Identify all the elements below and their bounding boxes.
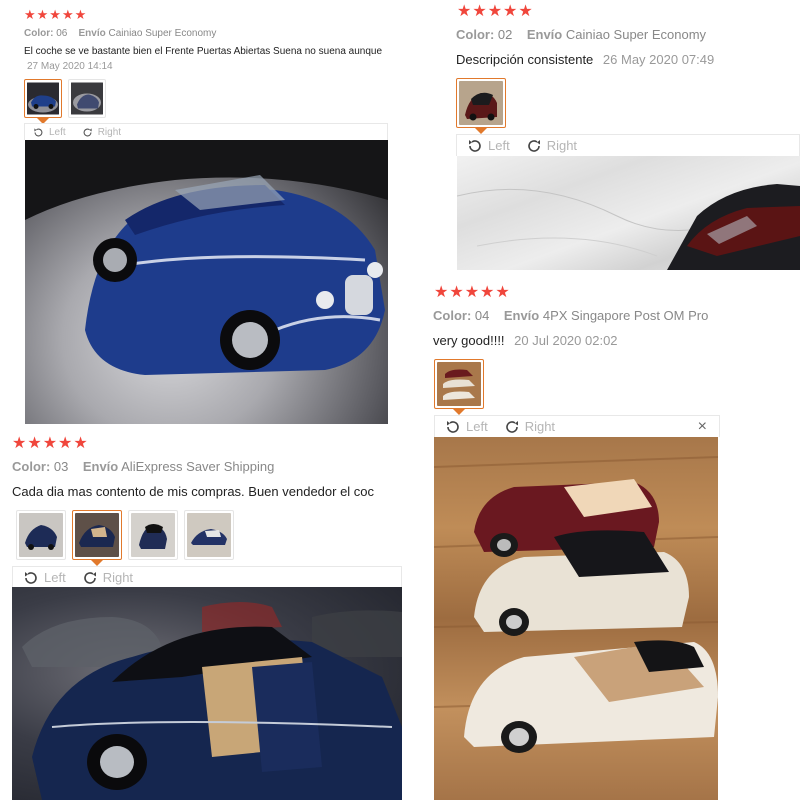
review-date: 26 May 2020 07:49 — [602, 52, 715, 67]
car-thumbnail-image — [19, 513, 63, 557]
review-card: ★★★★★ Color: 03 Envío AliExpress Saver S… — [10, 432, 402, 800]
shipping-value: Cainiao Super Economy — [565, 27, 707, 42]
rotate-left-button[interactable]: Left — [467, 138, 510, 154]
review-date: 27 May 2020 14:14 — [27, 61, 113, 72]
car-thumbnail-image — [187, 513, 231, 557]
close-icon[interactable]: × — [698, 418, 707, 435]
review-date: 20 Jul 2020 02:02 — [514, 333, 618, 348]
rotate-right-label: Right — [97, 126, 122, 138]
rating-stars: ★★★★★ — [24, 7, 88, 22]
red-car-thumbnail-image — [459, 81, 503, 125]
review-text: Descripción consistente — [456, 52, 594, 67]
shipping-value: 4PX Singapore Post OM Pro — [542, 308, 709, 323]
review-text-line: Descripción consistente 26 May 2020 07:4… — [456, 52, 714, 67]
rating-stars: ★★★★★ — [434, 284, 511, 301]
rotate-right-button[interactable]: Right — [82, 570, 133, 586]
thumbnail[interactable] — [24, 79, 62, 124]
rotate-left-label: Left — [49, 126, 66, 138]
rotate-right-button[interactable]: Right — [504, 419, 555, 435]
review-text-line: very good!!!! 20 Jul 2020 02:02 — [433, 333, 618, 348]
rotate-left-icon — [447, 420, 459, 433]
rotate-toolbar: Left Right × — [434, 415, 720, 437]
color-label: Color: — [433, 308, 472, 323]
rotate-right-icon — [527, 139, 540, 152]
color-value: 06 — [56, 28, 68, 39]
rotate-left-button[interactable]: Left — [445, 419, 488, 435]
review-card: ★★★★★ Color: 04 Envío 4PX Singapore Post… — [432, 282, 722, 800]
blue-convertible-car-image — [25, 140, 388, 375]
rotate-left-icon — [25, 571, 37, 584]
thumbnail[interactable] — [434, 359, 484, 415]
rotate-right-icon — [83, 571, 96, 584]
review-photo[interactable] — [12, 587, 402, 800]
thumbnail-strip — [434, 359, 484, 415]
rating-stars: ★★★★★ — [457, 3, 534, 20]
car-thumbnail-image — [75, 513, 119, 557]
review-card: ★★★★★ Color: 02 Envío Cainiao Super Econ… — [455, 0, 800, 272]
shipping-label: Envío — [82, 459, 119, 474]
review-meta: Color: 03 Envío AliExpress Saver Shippin… — [12, 459, 274, 474]
rotate-toolbar: Left Right — [12, 566, 402, 588]
thumbnail-strip — [24, 79, 106, 124]
rotate-right-label: Right — [102, 570, 134, 585]
thumbnail[interactable] — [184, 510, 234, 560]
review-card: ★★★★★ Color: 06 Envío Cainiao Super Econ… — [22, 0, 388, 426]
rotate-toolbar: Left Right — [24, 123, 388, 140]
color-label: Color: — [12, 459, 51, 474]
rotate-left-label: Left — [466, 419, 488, 434]
thumbnail[interactable] — [128, 510, 178, 560]
color-value: 02 — [497, 27, 513, 42]
marble-table-car-image — [457, 184, 800, 270]
blue-car-thumbnail-image — [27, 82, 59, 115]
shipping-label: Envío — [503, 308, 540, 323]
three-cars-thumbnail-image — [437, 362, 481, 406]
thumbnail[interactable] — [72, 510, 122, 566]
rotate-left-label: Left — [488, 138, 510, 153]
thumbnail-strip — [16, 510, 234, 566]
rotate-right-button[interactable]: Right — [82, 127, 121, 138]
shipping-label: Envío — [526, 27, 563, 42]
rotate-toolbar: Left Right — [456, 134, 800, 156]
dark-blue-car-closeup-image — [22, 602, 402, 800]
rotate-left-icon — [34, 127, 43, 136]
rotate-left-icon — [469, 139, 481, 152]
color-value: 04 — [474, 308, 490, 323]
three-convertible-cars-image — [434, 456, 718, 753]
rating-stars: ★★★★★ — [12, 435, 89, 452]
rotate-right-icon — [83, 127, 92, 136]
thumbnail[interactable] — [16, 510, 66, 560]
rotate-left-label: Left — [44, 570, 66, 585]
rotate-right-label: Right — [546, 138, 578, 153]
review-photo[interactable] — [25, 140, 388, 424]
review-text: Cada dia mas contento de mis compras. Bu… — [12, 484, 375, 499]
color-label: Color: — [24, 28, 54, 39]
shipping-value: AliExpress Saver Shipping — [121, 459, 275, 474]
review-text: very good!!!! — [433, 333, 505, 348]
review-photo[interactable] — [434, 437, 718, 800]
rotate-left-button[interactable]: Left — [23, 570, 66, 586]
thumbnail-strip — [456, 78, 506, 134]
color-value: 03 — [53, 459, 69, 474]
car-thumbnail-image — [131, 513, 175, 557]
shipping-label: Envío — [78, 28, 106, 39]
review-meta: Color: 02 Envío Cainiao Super Economy — [456, 27, 706, 42]
thumbnail[interactable] — [68, 79, 106, 118]
review-meta: Color: 06 Envío Cainiao Super Economy — [24, 28, 216, 39]
rotate-right-label: Right — [524, 419, 556, 434]
review-meta: Color: 04 Envío 4PX Singapore Post OM Pr… — [433, 308, 708, 323]
rotate-right-button[interactable]: Right — [526, 138, 577, 154]
blue-car-thumbnail-image — [71, 82, 103, 115]
color-label: Color: — [456, 27, 495, 42]
rotate-right-icon — [505, 420, 518, 433]
rotate-left-button[interactable]: Left — [33, 127, 66, 138]
review-text: El coche se ve bastante bien el Frente P… — [24, 46, 383, 57]
review-photo[interactable] — [457, 156, 800, 270]
shipping-value: Cainiao Super Economy — [108, 28, 217, 39]
thumbnail[interactable] — [456, 78, 506, 134]
